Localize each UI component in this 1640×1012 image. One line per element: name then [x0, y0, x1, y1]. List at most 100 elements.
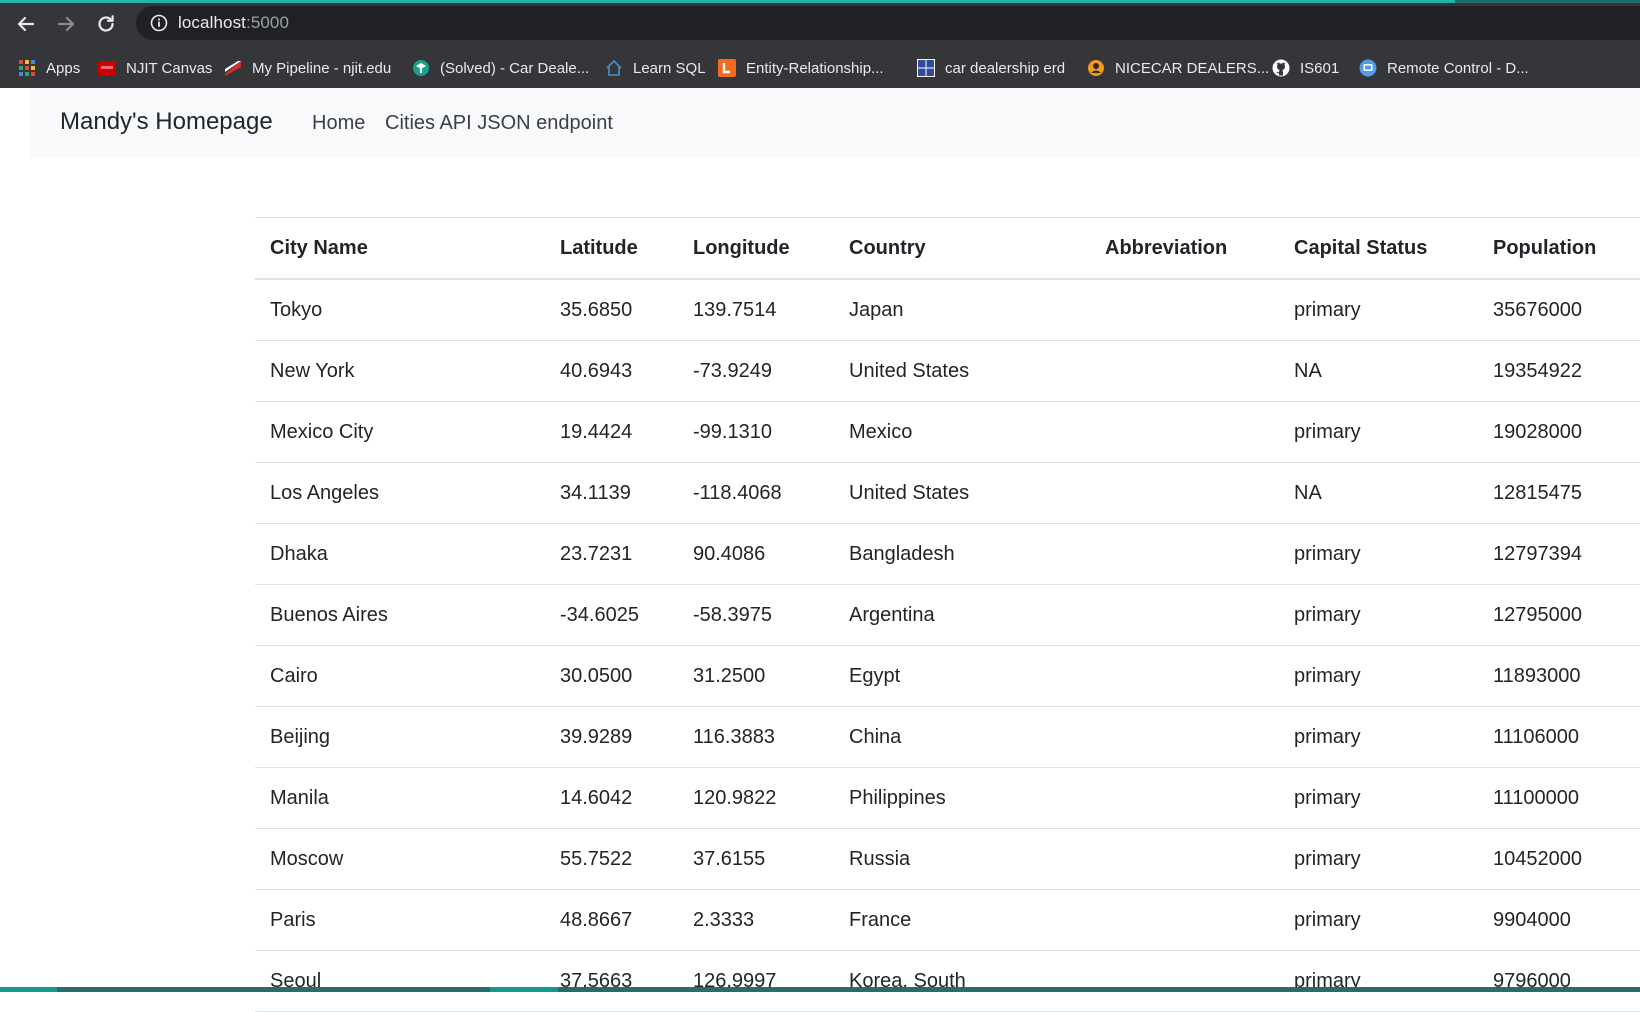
reload-button[interactable]: [90, 8, 122, 40]
info-icon[interactable]: [150, 14, 168, 32]
cell-longitude: -73.9249: [678, 340, 834, 402]
cell-longitude: 126.9997: [678, 950, 834, 1012]
bookmark-apps[interactable]: Apps: [18, 54, 80, 82]
lucidchart-icon: [718, 59, 736, 77]
cell-abbreviation: [1090, 584, 1279, 646]
navbar-brand[interactable]: Mandy's Homepage: [60, 108, 273, 136]
column-header-longitude: Longitude: [678, 217, 834, 280]
cell-city-name: Buenos Aires: [255, 584, 545, 646]
github-icon: [1272, 59, 1290, 77]
cell-capital-status: primary: [1279, 401, 1478, 463]
pipeline-icon: [225, 61, 241, 76]
taskbar-segment: [490, 987, 558, 992]
cell-longitude: -118.4068: [678, 462, 834, 524]
cell-population: 35676000: [1478, 279, 1640, 341]
cell-city-name: Mexico City: [255, 401, 545, 463]
tab-strip-accent-dark: [1455, 0, 1640, 3]
bookmark-njit-canvas[interactable]: NJIT Canvas: [98, 54, 212, 82]
cell-city-name: Moscow: [255, 828, 545, 890]
bookmark-learn-sql[interactable]: Learn SQL: [605, 54, 706, 82]
nicecar-icon: [1088, 60, 1104, 76]
arrow-right-icon: [57, 16, 75, 32]
cell-latitude: 55.7522: [545, 828, 678, 890]
cell-abbreviation: [1090, 828, 1279, 890]
apps-grid-icon: [19, 60, 35, 76]
cell-population: 12797394: [1478, 523, 1640, 585]
forward-button[interactable]: [50, 8, 82, 40]
cell-longitude: 120.9822: [678, 767, 834, 829]
njit-logo-icon: [98, 61, 116, 75]
cell-country: Mexico: [834, 401, 1090, 463]
nav-link-home[interactable]: Home: [312, 112, 365, 135]
cities-table-container: City Name Latitude Longitude Country Abb…: [255, 217, 1640, 1012]
nav-link-cities-api[interactable]: Cities API JSON endpoint: [385, 112, 613, 135]
taskbar-segment: [0, 987, 57, 992]
cell-abbreviation: [1090, 340, 1279, 402]
cell-country: Egypt: [834, 645, 1090, 707]
table-row: Cairo 30.0500 31.2500 Egypt primary 11893000: [255, 645, 1640, 707]
table-row: Buenos Aires -34.6025 -58.3975 Argentina pri…: [255, 584, 1640, 646]
cell-abbreviation: [1090, 401, 1279, 463]
cell-population: 11100000: [1478, 767, 1640, 829]
cell-abbreviation: [1090, 645, 1279, 707]
cell-city-name: New York: [255, 340, 545, 402]
bookmark-solved-car-dealer[interactable]: (Solved) - Car Deale...: [412, 54, 589, 82]
bookmark-label: My Pipeline - njit.edu: [252, 59, 392, 77]
url-host: localhost: [178, 13, 246, 32]
bookmark-is601[interactable]: IS601: [1272, 54, 1339, 82]
bookmark-label: Remote Control - D...: [1387, 59, 1529, 77]
bookmark-my-pipeline[interactable]: My Pipeline - njit.edu: [224, 54, 391, 82]
table-row: Paris 48.8667 2.3333 France primary 9904000: [255, 889, 1640, 951]
cell-abbreviation: [1090, 462, 1279, 524]
cell-capital-status: primary: [1279, 889, 1478, 951]
house-icon: [606, 59, 622, 76]
cell-capital-status: primary: [1279, 523, 1478, 585]
cell-latitude: 39.9289: [545, 706, 678, 768]
cell-capital-status: primary: [1279, 279, 1478, 341]
cell-population: 10452000: [1478, 828, 1640, 890]
cell-latitude: 40.6943: [545, 340, 678, 402]
remote-control-icon: [1359, 59, 1377, 77]
table-row: New York 40.6943 -73.9249 United States NA 19…: [255, 340, 1640, 402]
bookmark-label: Apps: [46, 59, 81, 77]
bookmark-label: IS601: [1300, 59, 1340, 77]
bookmark-nicecar-dealers[interactable]: NICECAR DEALERS...: [1087, 54, 1269, 82]
cell-capital-status: NA: [1279, 462, 1478, 524]
column-header-abbreviation: Abbreviation: [1090, 217, 1279, 280]
cell-city-name: Manila: [255, 767, 545, 829]
cell-population: 12815475: [1478, 462, 1640, 524]
cell-abbreviation: [1090, 279, 1279, 341]
url-text[interactable]: localhost:5000: [178, 13, 289, 33]
cell-latitude: 48.8667: [545, 889, 678, 951]
cell-latitude: 34.1139: [545, 462, 678, 524]
address-bar[interactable]: localhost:5000: [136, 6, 1640, 40]
bookmark-remote-control[interactable]: Remote Control - D...: [1359, 54, 1529, 82]
taskbar-edge: [0, 987, 1640, 992]
cell-abbreviation: [1090, 950, 1279, 1012]
reload-icon: [98, 15, 114, 32]
cell-population: 9796000: [1478, 950, 1640, 1012]
back-button[interactable]: [10, 8, 42, 40]
cell-latitude: -34.6025: [545, 584, 678, 646]
cell-city-name: Tokyo: [255, 279, 545, 341]
bookmark-car-dealership-erd[interactable]: car dealership erd: [917, 54, 1065, 82]
table-row: Tokyo 35.6850 139.7514 Japan primary 35676000: [255, 279, 1640, 341]
arrow-left-icon: [17, 16, 35, 32]
table-row: Moscow 55.7522 37.6155 Russia primary 1045200…: [255, 828, 1640, 890]
column-header-country: Country: [834, 217, 1090, 280]
cell-capital-status: primary: [1279, 706, 1478, 768]
table-row: Mexico City 19.4424 -99.1310 Mexico primary 1…: [255, 401, 1640, 463]
cell-longitude: 2.3333: [678, 889, 834, 951]
cell-capital-status: primary: [1279, 950, 1478, 1012]
cell-population: 19354922: [1478, 340, 1640, 402]
cell-abbreviation: [1090, 523, 1279, 585]
bookmark-entity-relationship[interactable]: Entity-Relationship...: [718, 54, 884, 82]
table-header-row: City Name Latitude Longitude Country Abb…: [255, 217, 1640, 280]
cell-population: 11893000: [1478, 645, 1640, 707]
cell-country: France: [834, 889, 1090, 951]
cell-capital-status: primary: [1279, 828, 1478, 890]
table-row: Los Angeles 34.1139 -118.4068 United States…: [255, 462, 1640, 524]
cell-abbreviation: [1090, 889, 1279, 951]
cell-population: 9904000: [1478, 889, 1640, 951]
cell-country: China: [834, 706, 1090, 768]
